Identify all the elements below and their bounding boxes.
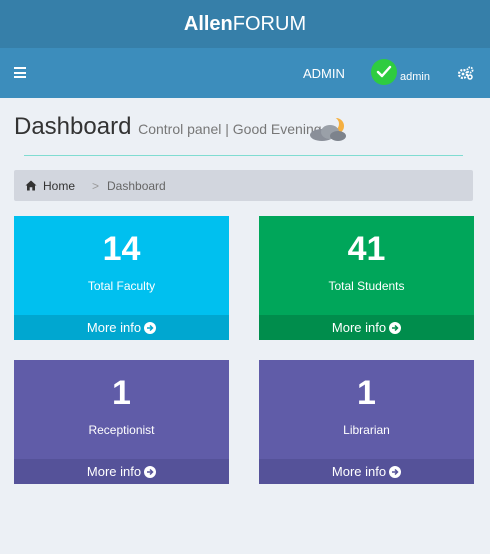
more-info-button[interactable]: More info (259, 315, 474, 340)
brand-rest: FORUM (232, 12, 307, 35)
stat-label: Total Students (328, 279, 405, 293)
moon-cloud-icon (310, 117, 346, 141)
breadcrumb-current: Dashboard (107, 179, 166, 193)
arrow-circle-right-icon (144, 465, 157, 478)
stat-box-receptionist: 1 Receptionist More info (14, 360, 229, 484)
stat-count: 1 (357, 374, 376, 412)
arrow-circle-right-icon (389, 321, 402, 334)
breadcrumb-separator: > (92, 179, 100, 193)
arrow-circle-right-icon (389, 465, 402, 478)
stat-box-students: 41 Total Students More info (259, 216, 474, 340)
page-title-text: Dashboard (14, 113, 132, 140)
stat-count: 41 (347, 230, 386, 268)
stat-label: Receptionist (88, 423, 155, 437)
home-icon (25, 180, 37, 191)
brand-bold: Allen (183, 12, 233, 35)
stat-count: 1 (112, 374, 131, 412)
page-title: Dashboard Control panel | Good Evening ! (14, 113, 329, 141)
more-info-button[interactable]: More info (14, 459, 229, 484)
more-info-label: More info (331, 320, 387, 335)
stat-count: 14 (102, 230, 141, 268)
more-info-label: More info (86, 464, 142, 479)
stat-label: Librarian (343, 423, 390, 437)
more-info-label: More info (331, 464, 387, 479)
menu-icon[interactable] (14, 67, 26, 78)
avatar-name[interactable]: admin (400, 71, 430, 83)
arrow-circle-right-icon (144, 321, 157, 334)
more-info-button[interactable]: More info (259, 459, 474, 484)
more-info-label: More info (86, 320, 142, 335)
breadcrumb-home[interactable]: Home (43, 179, 75, 193)
user-avatar[interactable] (371, 59, 397, 85)
stat-box-librarian: 1 Librarian More info (259, 360, 474, 484)
check-icon (376, 65, 392, 78)
more-info-button[interactable]: More info (14, 315, 229, 340)
stat-box-faculty: 14 Total Faculty More info (14, 216, 229, 340)
nav-user-label[interactable]: ADMIN (303, 66, 345, 81)
gears-icon[interactable] (457, 66, 474, 80)
brand-logo[interactable]: Allen FORUM (0, 0, 490, 48)
stat-label: Total Faculty (87, 279, 156, 293)
breadcrumb: Home > Dashboard (14, 170, 473, 201)
header-divider (24, 155, 463, 156)
page-subtitle: Control panel | Good Evening ! (138, 121, 330, 137)
